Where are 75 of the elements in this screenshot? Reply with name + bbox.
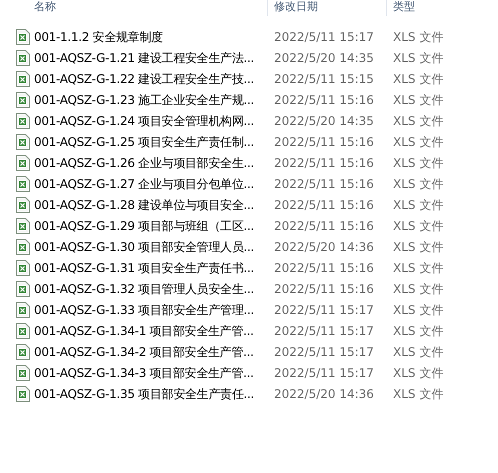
file-type: XLS 文件 [392,196,444,214]
modified-date: 2022/5/20 14:35 [273,50,375,66]
spreadsheet-file-icon [16,70,30,86]
file-name[interactable]: 001-AQSZ-G-1.25 项目安全生产责任制... [34,132,254,150]
modified-date: 2022/5/11 15:17 [273,28,375,46]
spreadsheet-file-icon [16,134,30,150]
modified-date: 2022/5/11 15:16 [273,260,375,276]
file-name[interactable]: 001-AQSZ-G-1.34-2 项目部安全生产管... [34,342,254,360]
modified-date: 2022/5/11 15:16 [273,154,375,172]
modified-date: 2022/5/11 15:17 [273,322,375,340]
modified-date: 2022/5/20 14:35 [273,112,375,130]
file-type: XLS 文件 [392,260,444,276]
file-name[interactable]: 001-AQSZ-G-1.29 项目部与班组（工区... [34,216,254,234]
file-type: XLS 文件 [392,154,444,172]
file-name[interactable]: 001-AQSZ-G-1.34-3 项目部安全生产管... [34,364,254,382]
spreadsheet-file-icon [16,344,30,360]
file-name[interactable]: 001-AQSZ-G-1.32 项目管理人员安全生... [34,280,254,298]
modified-date: 2022/5/11 15:15 [273,70,375,88]
file-name[interactable]: 001-AQSZ-G-1.21 建设工程安全生产法... [34,48,254,66]
file-type: XLS 文件 [392,218,444,234]
spreadsheet-file-icon [16,154,30,170]
spreadsheet-file-icon [16,176,30,192]
file-type: XLS 文件 [392,92,444,108]
file-type: XLS 文件 [392,28,444,46]
modified-date: 2022/5/11 15:17 [273,344,375,360]
spreadsheet-file-icon [16,50,30,66]
spreadsheet-file-icon [16,28,30,44]
spreadsheet-file-icon [16,238,30,254]
file-name[interactable]: 001-AQSZ-G-1.24 项目安全管理机构网... [34,112,254,130]
spreadsheet-file-icon [16,112,30,128]
modified-date: 2022/5/11 15:16 [273,280,375,298]
spreadsheet-file-icon [16,92,30,108]
spreadsheet-file-icon [16,196,30,212]
file-name[interactable]: 001-AQSZ-G-1.31 项目安全生产责任书... [34,258,254,276]
file-name[interactable]: 001-AQSZ-G-1.30 项目部安全管理人员... [34,238,254,256]
column-header[interactable]: 名称 [34,0,56,13]
spreadsheet-file-icon [16,386,30,402]
modified-date: 2022/5/20 14:36 [273,238,375,256]
file-name[interactable]: 001-AQSZ-G-1.33 项目部安全生产管理... [34,300,254,318]
spreadsheet-file-icon [16,280,30,296]
file-name[interactable]: 001-AQSZ-G-1.26 企业与项目部安全生... [34,154,254,172]
modified-date: 2022/5/20 14:36 [273,386,375,402]
file-type: XLS 文件 [392,238,444,256]
file-name[interactable]: 001-1.1.2 安全规章制度 [34,28,163,46]
file-name[interactable]: 001-AQSZ-G-1.28 建设单位与项目安全... [34,196,254,214]
spreadsheet-file-icon [16,364,30,380]
file-type: XLS 文件 [392,176,444,192]
column-header[interactable]: 类型 [393,0,415,13]
file-name[interactable]: 001-AQSZ-G-1.23 施工企业安全生产规... [34,90,254,108]
file-type: XLS 文件 [392,50,444,66]
file-name[interactable]: 001-AQSZ-G-1.34-1 项目部安全生产管... [34,322,254,340]
file-type: XLS 文件 [392,344,444,360]
file-name[interactable]: 001-AQSZ-G-1.35 项目部安全生产责任... [34,384,254,402]
spreadsheet-file-icon [16,302,30,318]
file-name[interactable]: 001-AQSZ-G-1.27 企业与项目分包单位... [34,174,254,192]
column-header[interactable]: 修改日期 [274,0,318,13]
modified-date: 2022/5/11 15:16 [273,196,375,214]
modified-date: 2022/5/11 15:17 [273,302,375,318]
file-type: XLS 文件 [392,70,444,88]
file-type: XLS 文件 [392,322,444,340]
file-type: XLS 文件 [392,280,444,298]
spreadsheet-file-icon [16,260,30,276]
modified-date: 2022/5/11 15:17 [273,364,375,382]
file-type: XLS 文件 [392,302,444,318]
file-type: XLS 文件 [392,112,444,130]
modified-date: 2022/5/11 15:16 [273,218,375,234]
file-type: XLS 文件 [392,386,444,402]
modified-date: 2022/5/11 15:16 [273,176,375,192]
file-name[interactable]: 001-AQSZ-G-1.22 建设工程安全生产技... [34,70,254,88]
spreadsheet-file-icon [16,322,30,338]
file-type: XLS 文件 [392,364,444,382]
file-type: XLS 文件 [392,134,444,150]
modified-date: 2022/5/11 15:16 [273,134,375,150]
spreadsheet-file-icon [16,218,30,234]
modified-date: 2022/5/11 15:16 [273,92,375,108]
